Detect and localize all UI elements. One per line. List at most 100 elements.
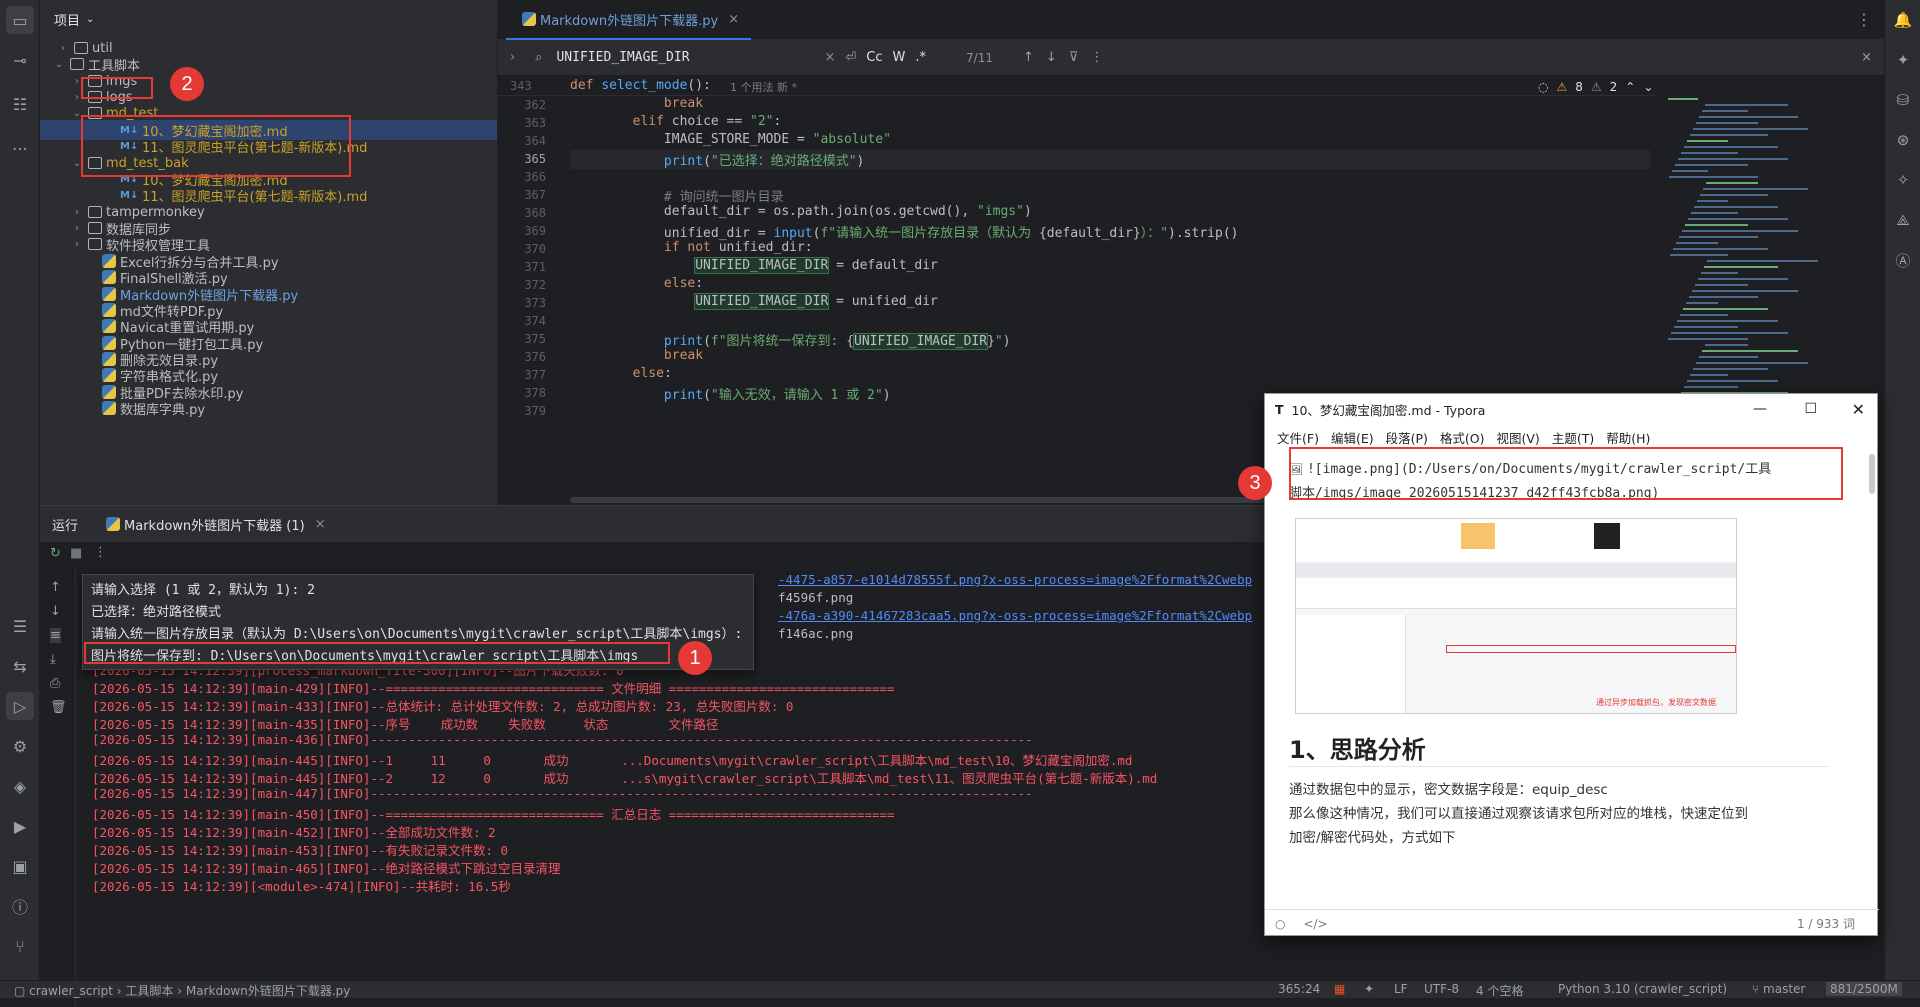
chevron-right-icon[interactable]: › <box>70 239 84 250</box>
translate-icon[interactable]: Ⓐ <box>1891 248 1915 272</box>
tree-item[interactable]: 数据库字典.py <box>40 398 497 418</box>
more-icon[interactable]: ⋯ <box>6 134 34 162</box>
chevron-right-icon[interactable]: › <box>510 50 515 65</box>
prev-match-icon[interactable]: ↑ <box>1023 50 1034 65</box>
search-icon[interactable]: ⌕ <box>535 50 542 65</box>
breadcrumb-item[interactable]: crawler_script <box>29 984 113 998</box>
branch[interactable]: ⑂ master <box>1752 982 1805 996</box>
project-header[interactable]: 项目 ⌄ <box>40 0 497 38</box>
services-icon[interactable]: ☰ <box>6 612 34 640</box>
code-line[interactable]: break <box>570 96 703 111</box>
code-line[interactable]: # 询问统一图片目录 <box>570 186 784 205</box>
memory-indicator[interactable]: 881/2500M <box>1826 982 1902 996</box>
filter-icon[interactable]: ⊽ <box>1069 50 1079 65</box>
more-icon[interactable]: ⋮ <box>94 545 107 560</box>
project-icon[interactable]: ▭ <box>6 6 34 34</box>
terminal-icon[interactable]: ▣ <box>6 852 34 880</box>
encoding[interactable]: UTF-8 <box>1424 982 1459 996</box>
source-mode-icon[interactable]: </> <box>1303 917 1327 931</box>
menu-item[interactable]: 编辑(E) <box>1331 428 1374 447</box>
breadcrumb-item[interactable]: 工具脚本 <box>125 984 173 998</box>
code-line[interactable]: elif choice == "2": <box>570 114 782 129</box>
console-line[interactable]: -4475-a857-e1014d78555f.png?x-oss-proces… <box>778 572 1252 587</box>
close-find-icon[interactable]: × <box>1861 50 1872 65</box>
chevron-up-icon[interactable]: ⌃ <box>1625 80 1635 94</box>
commit-icon[interactable]: ⊸ <box>6 46 34 74</box>
code-line[interactable]: UNIFIED_IMAGE_DIR = unified_dir <box>570 293 938 310</box>
code-line[interactable]: unified_dir = input(f"请输入统一图片存放目录（默认为 {d… <box>570 222 1239 241</box>
run-tab[interactable]: Markdown外链图片下载器 (1) × <box>102 515 326 534</box>
menu-item[interactable]: 视图(V) <box>1497 428 1540 447</box>
line-separator[interactable]: LF <box>1394 982 1408 996</box>
rerun-icon[interactable]: ↻ <box>50 546 61 561</box>
editor-tab[interactable]: Markdown外链图片下载器.py × <box>506 0 752 40</box>
more-icon[interactable]: ⋮ <box>1856 10 1872 29</box>
close-icon[interactable]: ✕ <box>1852 400 1865 419</box>
typora-scrollbar[interactable] <box>1869 454 1875 494</box>
breadcrumb-item[interactable]: Markdown外链图片下载器.py <box>186 984 351 998</box>
outline-toggle-icon[interactable]: ○ <box>1275 917 1285 931</box>
chevron-down-icon[interactable]: ⌄ <box>86 14 94 25</box>
inspection-widget[interactable]: ◌ ⚠ 8 ⚠ 2 ⌃ ⌄ <box>1538 80 1653 94</box>
menu-item[interactable]: 主题(T) <box>1552 428 1594 447</box>
structure-icon[interactable]: ☷ <box>6 90 34 118</box>
code-line[interactable]: break <box>570 348 703 363</box>
typora-content[interactable]: 🖼 ![image.png](D:/Users/on/Documents/mygi… <box>1265 450 1865 909</box>
down-icon[interactable]: ↓ <box>50 604 61 619</box>
console-line[interactable]: -476a-a390-41467283caa5.png?x-oss-proces… <box>778 608 1252 623</box>
words-toggle[interactable]: W <box>893 50 906 65</box>
python-console-icon[interactable]: ⚙ <box>6 732 34 760</box>
chevron-down-icon[interactable]: ⌄ <box>1643 80 1653 94</box>
more-options-icon[interactable]: ⋮ <box>1090 50 1103 65</box>
stop-icon[interactable]: ■ <box>70 546 82 561</box>
code-line[interactable]: print("已选择：绝对路径模式") <box>570 150 1650 169</box>
newline-icon[interactable]: ⏎ <box>845 50 856 65</box>
menu-item[interactable]: 文件(F) <box>1277 428 1319 447</box>
chevron-down-icon[interactable]: ⌄ <box>52 59 66 70</box>
database-icon[interactable]: ⛁ <box>1891 88 1915 112</box>
vcs-icon[interactable]: ⑂ <box>6 932 34 960</box>
packages-icon[interactable]: ◈ <box>6 772 34 800</box>
git-icon[interactable]: ⇆ <box>6 652 34 680</box>
code-line[interactable]: IMAGE_STORE_MODE = "absolute" <box>570 132 891 147</box>
trash-icon[interactable]: 🗑 <box>50 700 67 715</box>
copilot-icon[interactable]: ✧ <box>1891 168 1915 192</box>
chevron-right-icon[interactable]: › <box>56 43 70 54</box>
indent-setting[interactable]: 4 个空格 <box>1476 982 1523 999</box>
up-icon[interactable]: ↑ <box>50 580 61 595</box>
deploy-icon[interactable]: ⟁ <box>1891 208 1915 232</box>
menu-item[interactable]: 帮助(H) <box>1606 428 1650 447</box>
clear-icon[interactable]: × <box>824 50 835 65</box>
next-match-icon[interactable]: ↓ <box>1046 50 1057 65</box>
find-input[interactable]: UNIFIED_IMAGE_DIR <box>556 50 816 65</box>
code-line[interactable]: default_dir = os.path.join(os.getcwd(), … <box>570 204 1032 219</box>
code-line[interactable]: else: <box>570 366 672 381</box>
print-icon[interactable]: ⎙ <box>50 676 60 691</box>
problems-icon[interactable]: ⓘ <box>6 892 34 920</box>
chevron-right-icon[interactable]: › <box>70 223 84 234</box>
code-line[interactable]: print(f"图片将统一保存到: {UNIFIED_IMAGE_DIR}") <box>570 330 1011 350</box>
menu-item[interactable]: 段落(P) <box>1386 428 1428 447</box>
code-line[interactable]: if not unified_dir: <box>570 240 813 255</box>
ai-assistant-icon[interactable]: ✦ <box>1891 48 1915 72</box>
soft-wrap-icon[interactable]: ≡ <box>50 628 61 643</box>
python-interpreter[interactable]: Python 3.10 (crawler_script) <box>1558 982 1727 996</box>
services2-icon[interactable]: ▶ <box>6 812 34 840</box>
code-line[interactable]: else: <box>570 276 703 291</box>
code-line[interactable]: UNIFIED_IMAGE_DIR = default_dir <box>570 257 938 274</box>
maximize-icon[interactable]: ☐ <box>1804 401 1817 417</box>
close-icon[interactable]: × <box>728 12 739 27</box>
minimize-icon[interactable]: — <box>1753 401 1767 417</box>
regex-toggle[interactable]: .* <box>915 50 926 65</box>
copilot-status-icon[interactable]: ✦ <box>1364 982 1374 996</box>
scroll-end-icon[interactable]: ⤓ <box>50 652 56 667</box>
eye-off-icon[interactable]: ◌ <box>1538 80 1548 94</box>
chevron-right-icon[interactable]: › <box>70 207 84 218</box>
plugin-icon[interactable]: ⊛ <box>1891 128 1915 152</box>
match-case-toggle[interactable]: Cc <box>866 50 882 65</box>
menu-item[interactable]: 格式(O) <box>1440 428 1485 447</box>
run-icon[interactable]: ▷ <box>6 692 34 720</box>
code-line[interactable]: print("输入无效，请输入 1 或 2") <box>570 384 891 403</box>
close-icon[interactable]: × <box>315 517 326 532</box>
notifications-icon[interactable]: 🔔 <box>1891 8 1915 32</box>
